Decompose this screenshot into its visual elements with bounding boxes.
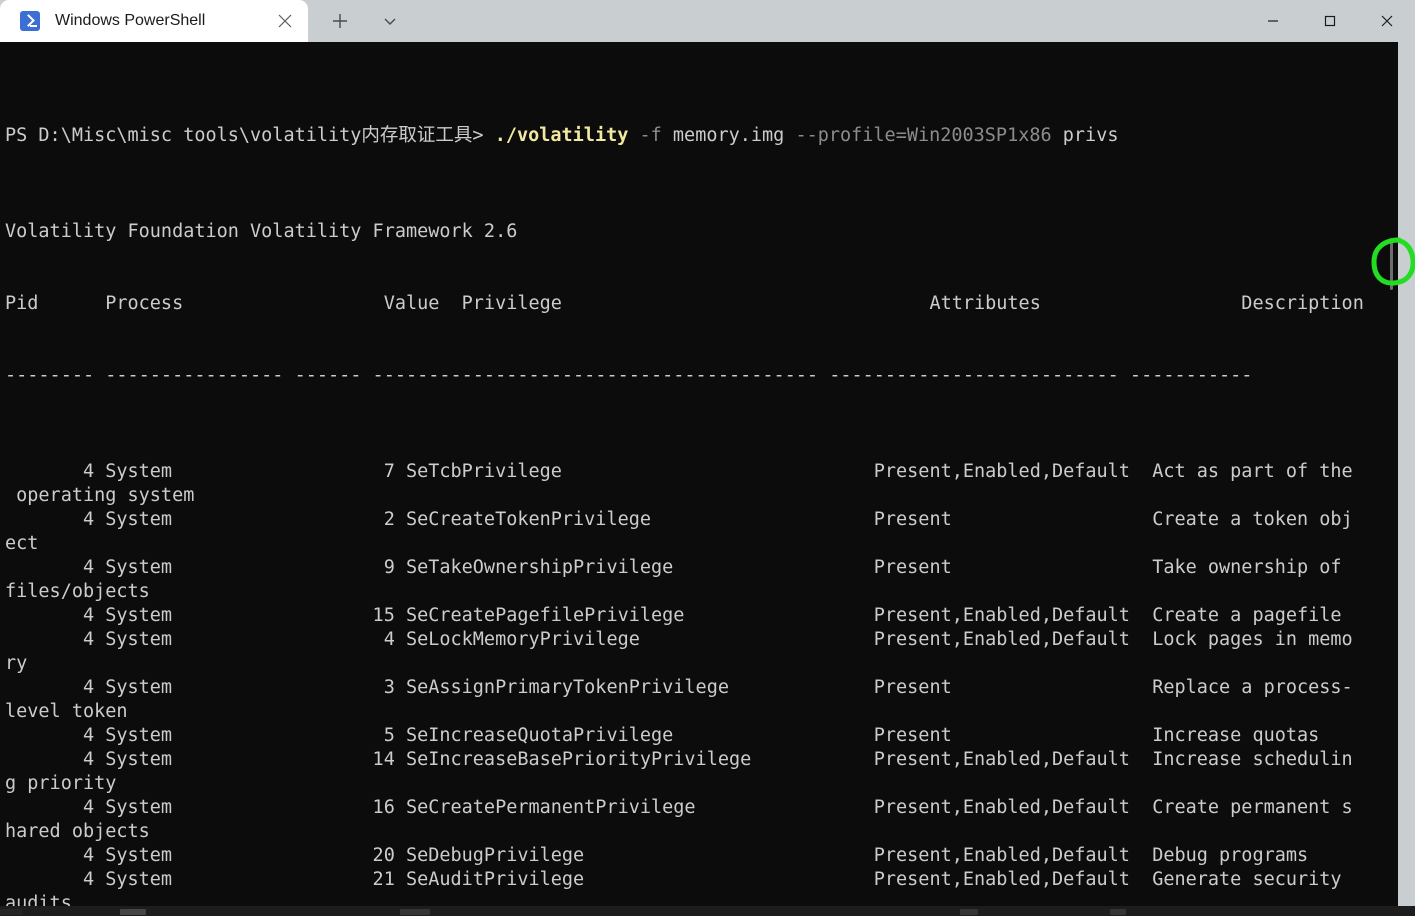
terminal-screen: PS D:\Misc\misc tools\volatility内存取证工具> … xyxy=(5,52,1364,916)
terminal-line: 4 System 5 SeIncreaseQuotaPrivilege Pres… xyxy=(5,725,1320,746)
terminal-line: 4 System 7 SeTcbPrivilege Present,Enable… xyxy=(5,461,1353,482)
close-icon xyxy=(1381,15,1392,27)
command-image: memory.img xyxy=(672,125,785,146)
command-line: PS D:\Misc\misc tools\volatility内存取证工具> … xyxy=(5,124,1364,148)
table-header: Pid Process Value Privilege Attributes D… xyxy=(5,293,1364,314)
table-rule: -------- ---------------- ------ -------… xyxy=(5,365,1253,386)
plus-icon xyxy=(333,14,347,28)
powershell-window: Windows PowerShell PS D:\Misc\misc tools… xyxy=(0,0,1415,916)
maximize-icon xyxy=(1324,15,1335,27)
taskbar-item xyxy=(1110,909,1126,915)
terminal-line: hared objects xyxy=(5,821,150,842)
terminal-line: 4 System 9 SeTakeOwnershipPrivilege Pres… xyxy=(5,557,1353,578)
tab-windows-powershell[interactable]: Windows PowerShell xyxy=(0,0,308,42)
minimize-icon xyxy=(1267,20,1278,22)
minimize-button[interactable] xyxy=(1244,0,1301,42)
tab-strip: Windows PowerShell xyxy=(0,0,412,42)
command-profile: --profile=Win2003SP1x86 xyxy=(795,125,1052,146)
terminal-line: 4 System 21 SeAuditPrivilege Present,Ena… xyxy=(5,869,1353,890)
command-plugin: privs xyxy=(1062,125,1119,146)
terminal-line: operating system xyxy=(5,485,195,506)
new-tab-button[interactable] xyxy=(318,0,362,42)
terminal-line: ry xyxy=(5,653,28,674)
terminal-line: 4 System 20 SeDebugPrivilege Present,Ena… xyxy=(5,845,1309,866)
window-right-edge xyxy=(1398,0,1415,916)
titlebar-drag-area xyxy=(412,0,1244,42)
maximize-button[interactable] xyxy=(1301,0,1358,42)
terminal-line: files/objects xyxy=(5,581,150,602)
tab-dropdown-button[interactable] xyxy=(368,0,412,42)
tab-title: Windows PowerShell xyxy=(55,12,206,29)
command-program: ./volatility xyxy=(494,125,629,146)
terminal-line: ect xyxy=(5,533,39,554)
terminal-line: 4 System 2 SeCreateTokenPrivilege Presen… xyxy=(5,509,1353,530)
terminal-line: 4 System 15 SeCreatePagefilePrivilege Pr… xyxy=(5,605,1342,626)
scrollbar-track[interactable] xyxy=(1385,42,1398,916)
window-controls xyxy=(1244,0,1415,42)
table-body: 4 System 7 SeTcbPrivilege Present,Enable… xyxy=(5,460,1364,916)
volatility-banner: Volatility Foundation Volatility Framewo… xyxy=(5,221,518,242)
terminal-line: 4 System 14 SeIncreaseBasePriorityPrivil… xyxy=(5,749,1353,770)
title-bar: Windows PowerShell xyxy=(0,0,1415,42)
terminal-line: 4 System 3 SeAssignPrimaryTokenPrivilege… xyxy=(5,677,1353,698)
terminal-line: g priority xyxy=(5,773,117,794)
close-tab-icon[interactable] xyxy=(268,4,302,38)
terminal-line: 4 System 4 SeLockMemoryPrivilege Present… xyxy=(5,629,1353,650)
terminal-line: 4 System 16 SeCreatePermanentPrivilege P… xyxy=(5,797,1353,818)
taskbar-item xyxy=(120,909,146,915)
taskbar-sliver xyxy=(0,906,1415,916)
taskbar-item xyxy=(960,909,978,915)
terminal-line: level token xyxy=(5,701,128,722)
chevron-down-icon xyxy=(384,18,396,25)
taskbar-item xyxy=(400,909,430,915)
powershell-icon xyxy=(20,11,40,31)
scrollbar-thumb[interactable] xyxy=(1390,238,1393,290)
taskbar-item xyxy=(0,909,22,915)
shell-prompt: PS D:\Misc\misc tools\volatility内存取证工具> xyxy=(5,125,495,146)
terminal-output-area[interactable]: PS D:\Misc\misc tools\volatility内存取证工具> … xyxy=(0,42,1385,916)
command-flag-f: -f xyxy=(639,125,662,146)
